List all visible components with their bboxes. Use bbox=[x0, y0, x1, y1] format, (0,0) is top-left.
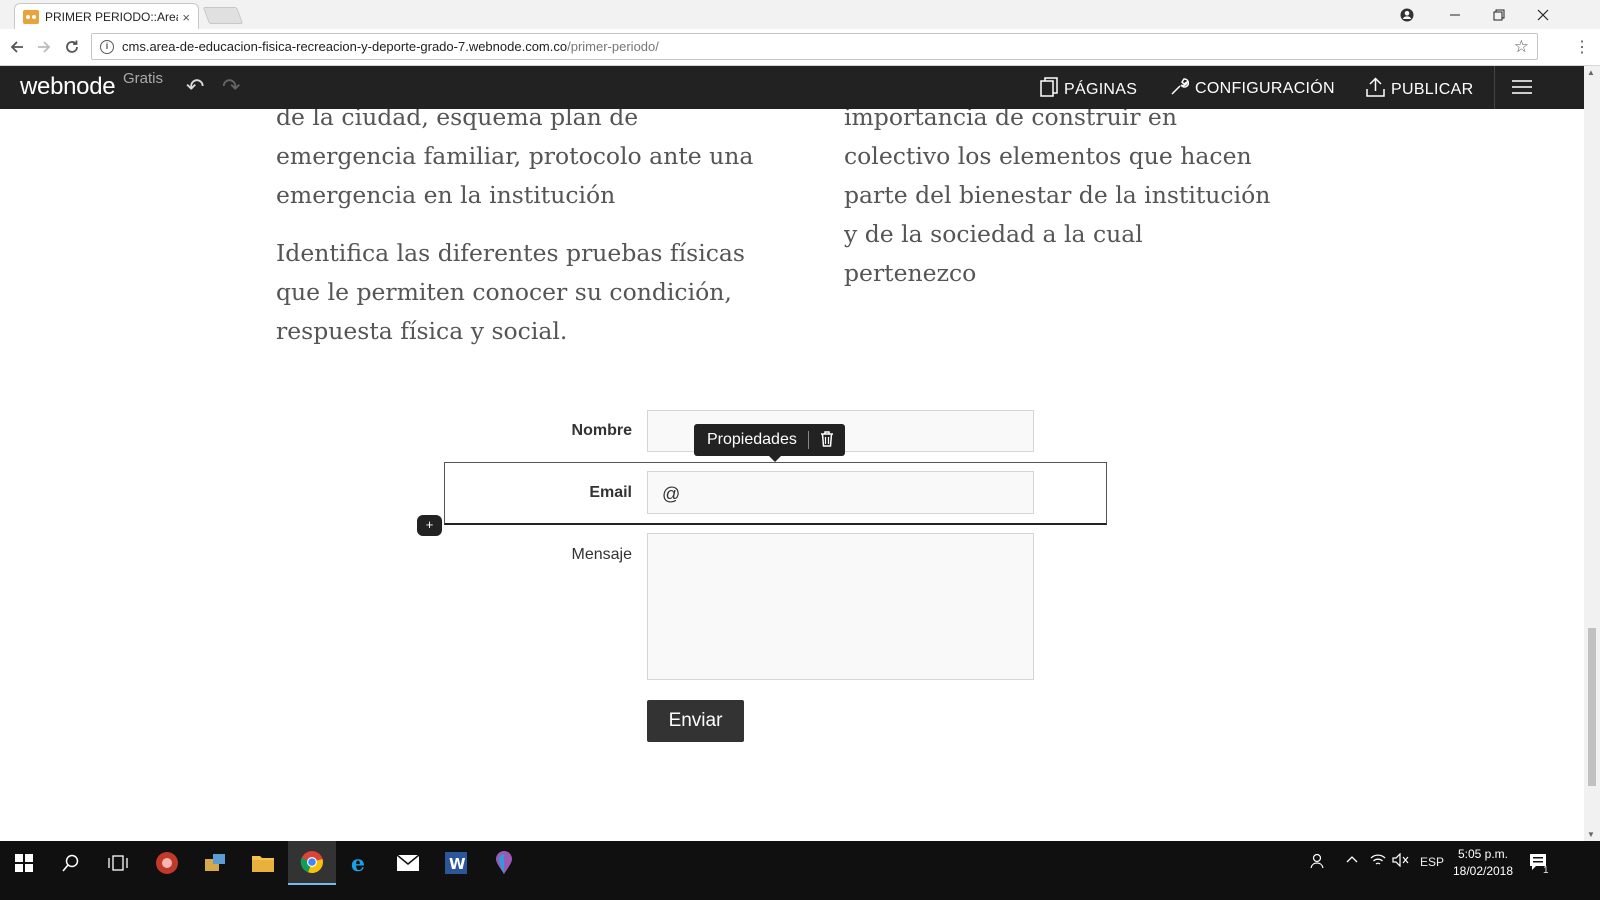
add-block-button[interactable]: + bbox=[417, 515, 442, 536]
forward-icon[interactable] bbox=[33, 36, 55, 58]
text-column-left[interactable]: de la ciudad, esquema plan de emergencia… bbox=[276, 109, 756, 370]
tab-title: PRIMER PERIODO::Area-d bbox=[45, 10, 179, 24]
name-label: Nombre bbox=[571, 422, 632, 439]
webnode-editor-bar: webnode Gratis ↶ ↷ PÁGINAS CONFIGURACIÓN… bbox=[0, 66, 1584, 109]
paragraph: Identifica las diferentes pruebas física… bbox=[276, 239, 745, 345]
paragraph: de la ciudad, esquema plan de emergencia… bbox=[276, 109, 754, 209]
wrench-icon bbox=[1170, 77, 1190, 101]
text-column-right[interactable]: importancia de construir en colectivo lo… bbox=[844, 109, 1274, 312]
page-content: de la ciudad, esquema plan de emergencia… bbox=[0, 109, 1584, 841]
language-indicator[interactable]: ESP bbox=[1420, 855, 1444, 869]
browser-tab[interactable]: PRIMER PERIODO::Area-d × bbox=[14, 3, 199, 30]
pages-label: PÁGINAS bbox=[1064, 80, 1138, 98]
site-favicon-icon bbox=[23, 10, 39, 24]
undo-icon[interactable]: ↶ bbox=[186, 74, 204, 100]
clock-time: 5:05 p.m. bbox=[1457, 847, 1509, 861]
tab-close-icon[interactable]: × bbox=[182, 10, 190, 25]
browser-toolbar: i cms.area-de-educacion-fisica-recreacio… bbox=[0, 29, 1600, 66]
clock-date: 18/02/2018 bbox=[1452, 864, 1514, 878]
windows-start-icon[interactable] bbox=[0, 841, 48, 885]
maps-pin-icon[interactable] bbox=[480, 841, 528, 885]
bookmark-star-icon[interactable]: ☆ bbox=[1514, 37, 1529, 57]
configuration-button[interactable]: CONFIGURACIÓN bbox=[1170, 77, 1335, 101]
url-path: /primer-periodo/ bbox=[567, 39, 659, 54]
restore-icon[interactable] bbox=[1476, 0, 1522, 29]
divider bbox=[807, 431, 809, 449]
site-info-icon[interactable]: i bbox=[100, 39, 114, 54]
publish-label: PUBLICAR bbox=[1391, 80, 1474, 98]
url-host: cms.area-de-educacion-fisica-recreacion-… bbox=[122, 39, 568, 54]
email-label: Email bbox=[589, 484, 632, 501]
properties-button[interactable]: Propiedades bbox=[707, 431, 797, 449]
browser-menu-icon[interactable]: ⋮ bbox=[1574, 37, 1590, 57]
pages-button[interactable]: PÁGINAS bbox=[1040, 77, 1137, 102]
redo-icon[interactable]: ↷ bbox=[222, 74, 240, 100]
svg-text:W: W bbox=[449, 855, 466, 873]
submit-button[interactable]: Enviar bbox=[647, 700, 744, 742]
chrome-icon[interactable] bbox=[288, 841, 336, 885]
wifi-icon[interactable] bbox=[1370, 853, 1386, 870]
clock[interactable]: 5:05 p.m. 18/02/2018 bbox=[1446, 846, 1520, 880]
scrollbar-thumb[interactable] bbox=[1588, 628, 1596, 786]
profile-icon[interactable] bbox=[1384, 0, 1430, 29]
search-icon[interactable] bbox=[47, 841, 95, 885]
scroll-up-arrow-icon[interactable]: ▲ bbox=[1587, 68, 1595, 77]
back-icon[interactable] bbox=[6, 36, 28, 58]
page-scrollbar[interactable]: ▲ ▼ bbox=[1584, 66, 1600, 841]
trash-icon[interactable] bbox=[820, 430, 834, 450]
reload-icon[interactable] bbox=[61, 36, 83, 58]
paragraph: importancia de construir en colectivo lo… bbox=[844, 109, 1271, 287]
configuration-label: CONFIGURACIÓN bbox=[1195, 80, 1335, 97]
app-icon-red[interactable] bbox=[143, 841, 191, 885]
webnode-logo[interactable]: webnode bbox=[20, 73, 116, 101]
upload-icon bbox=[1366, 77, 1385, 102]
minimize-icon[interactable] bbox=[1432, 0, 1478, 29]
publish-button[interactable]: PUBLICAR bbox=[1366, 77, 1473, 102]
mail-icon[interactable] bbox=[384, 841, 432, 885]
file-explorer-icon[interactable] bbox=[239, 841, 287, 885]
app-icon-network[interactable] bbox=[191, 841, 239, 885]
tab-strip: PRIMER PERIODO::Area-d × bbox=[0, 0, 1600, 30]
plan-label: Gratis bbox=[123, 70, 164, 87]
hamburger-menu-icon[interactable] bbox=[1512, 76, 1532, 96]
screen: { "browser": { "tab_title": "PRIMER PERI… bbox=[0, 0, 1600, 900]
chevron-up-icon[interactable] bbox=[1346, 853, 1358, 867]
internet-explorer-icon[interactable]: e bbox=[336, 841, 384, 885]
close-window-icon[interactable] bbox=[1520, 0, 1566, 29]
new-tab-button[interactable] bbox=[202, 7, 244, 24]
email-field[interactable]: @ bbox=[647, 471, 1034, 514]
field-toolbar: Propiedades bbox=[694, 424, 845, 462]
volume-muted-icon[interactable] bbox=[1392, 852, 1410, 870]
word-icon[interactable]: W bbox=[432, 841, 480, 885]
task-view-icon[interactable] bbox=[94, 841, 142, 885]
divider bbox=[1494, 66, 1495, 109]
pages-icon bbox=[1040, 77, 1058, 102]
message-label: Mensaje bbox=[571, 546, 632, 563]
address-bar[interactable]: i cms.area-de-educacion-fisica-recreacio… bbox=[91, 33, 1538, 60]
scroll-down-arrow-icon[interactable]: ▼ bbox=[1587, 830, 1595, 839]
windows-taskbar: e W ESP 5:05 p.m. 18/02/2018 1 bbox=[0, 841, 1600, 900]
notification-count: 1 bbox=[1543, 865, 1549, 876]
svg-text:e: e bbox=[351, 851, 365, 875]
people-icon[interactable] bbox=[1310, 853, 1326, 872]
message-textarea[interactable] bbox=[647, 533, 1034, 680]
